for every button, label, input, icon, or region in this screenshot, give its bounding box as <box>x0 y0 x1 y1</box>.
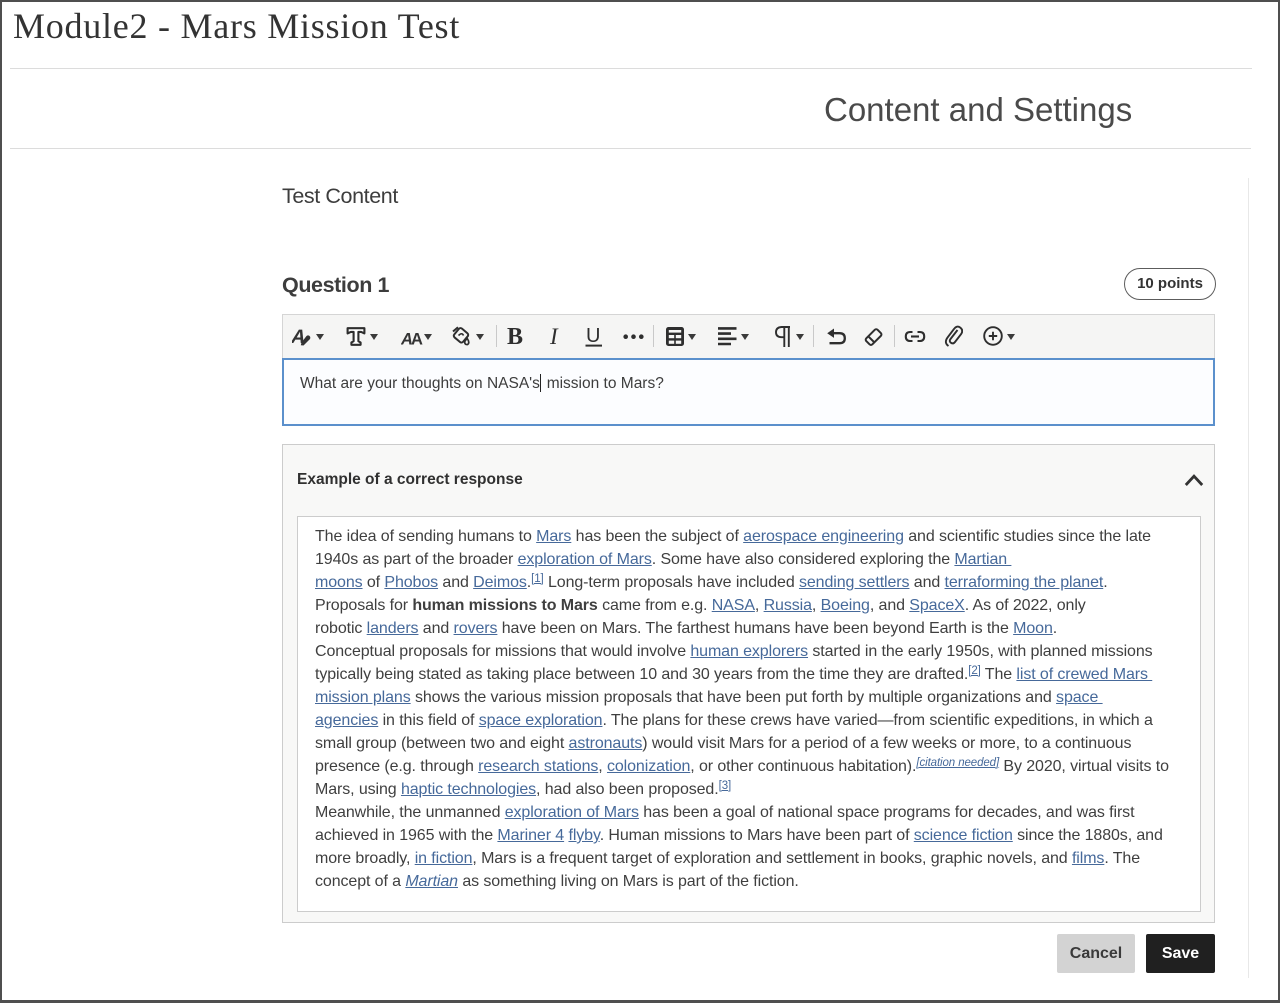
svg-text:I: I <box>549 325 559 348</box>
svg-text:U: U <box>586 325 600 347</box>
svg-text:B: B <box>507 325 523 348</box>
svg-text:A: A <box>411 331 423 347</box>
